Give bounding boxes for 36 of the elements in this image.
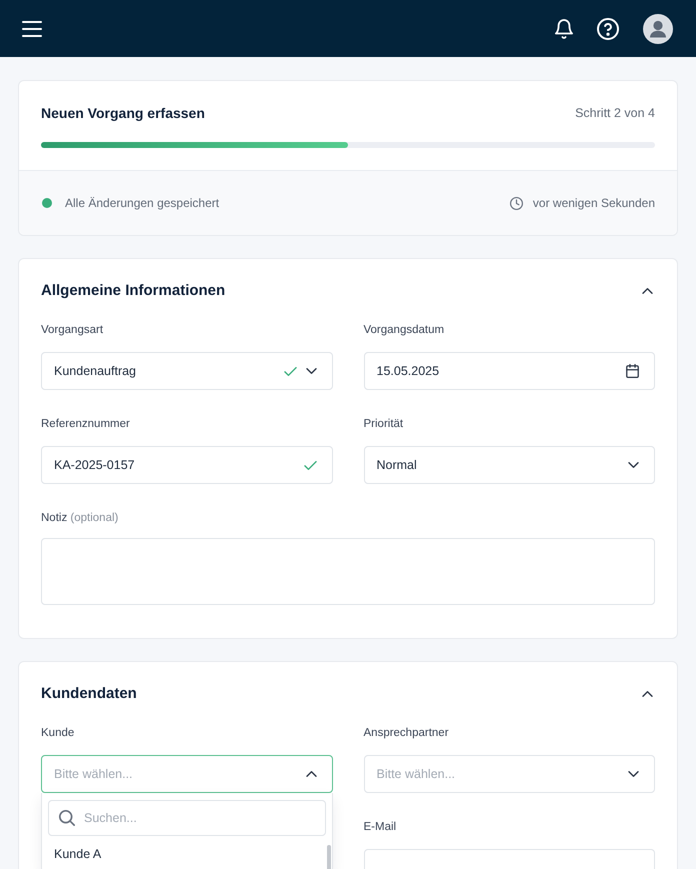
field-label: Ansprechpartner [364,726,449,741]
card-title: Neuen Vorgang erfassen [41,104,205,123]
status-dot-icon [42,198,52,208]
notification-bell-icon[interactable] [555,18,573,38]
chevron-up-icon [642,691,653,697]
chevron-down-icon [628,771,639,777]
save-status-text: Alle Änderungen gespeichert [65,196,220,210]
section-title: Kundendaten [41,684,137,704]
field-label: Referenznummer [41,417,130,432]
clock-icon [510,196,523,210]
select-field[interactable]: Normal [364,446,655,484]
dropdown-option[interactable]: Kunde A [48,843,326,865]
check-icon [304,460,316,470]
date-field[interactable]: 15.05.2025 [364,352,655,390]
text-field[interactable]: KA-2025-0157 [41,446,332,484]
help-icon[interactable] [597,18,619,40]
field-label: E-Mail [364,820,396,835]
check-icon [284,366,296,376]
menu-icon[interactable] [22,20,42,36]
section-title: Allgemeine Informationen [41,281,226,301]
field-label: Priorität [364,417,404,432]
timestamp: vor wenigen Sekunden [532,196,655,210]
chevron-down-icon [628,462,639,468]
select-field[interactable]: Kundenauftrag [41,352,332,390]
field-label: Vorgangsdatum [364,323,444,338]
field-label: Notiz (optional) [41,511,118,526]
textarea-field[interactable] [41,538,655,605]
search-icon [59,810,75,826]
field-label: Kunde [41,726,74,741]
step-counter: Schritt 2 von 4 [575,106,655,120]
chevron-down-icon [306,368,316,374]
field-label: Vorgangsart [41,323,104,338]
calendar-icon[interactable] [626,364,639,378]
avatar-icon[interactable] [643,14,673,44]
chevron-up-icon [642,288,653,294]
chevron-up-icon [306,771,316,777]
